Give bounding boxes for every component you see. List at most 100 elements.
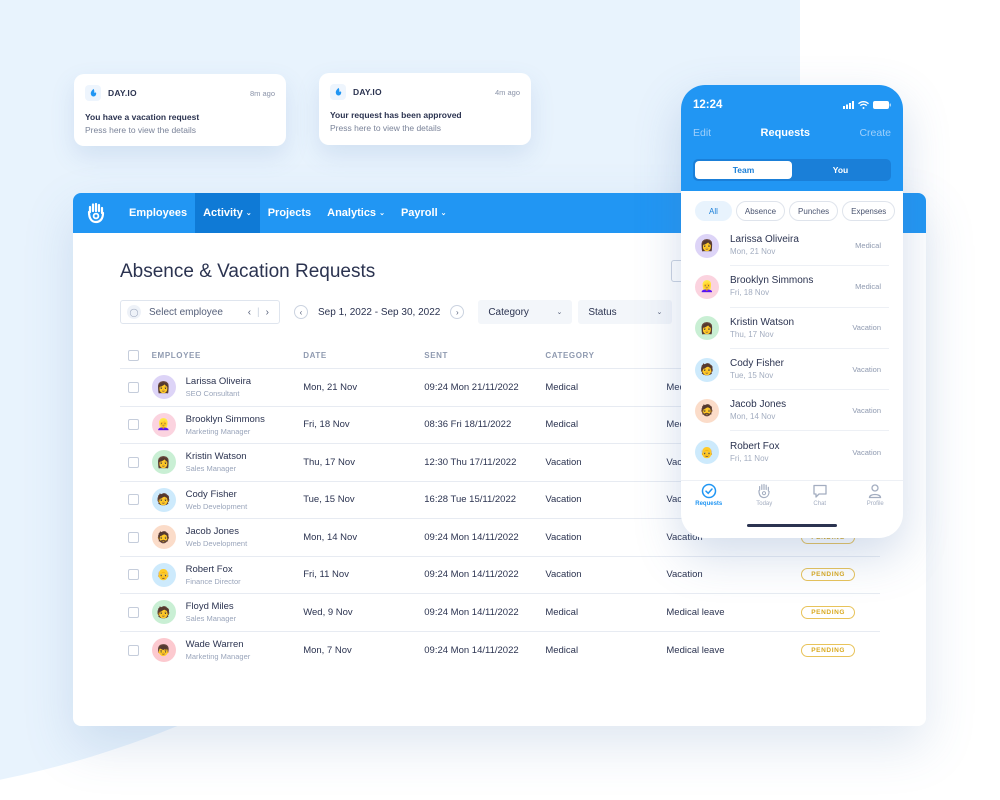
status-dropdown[interactable]: Status ⌄ bbox=[578, 300, 673, 324]
list-item-name: Robert Fox bbox=[730, 441, 780, 453]
employee-name: Wade Warren bbox=[185, 639, 244, 651]
avatar: 👴 bbox=[151, 562, 176, 587]
profile-icon bbox=[869, 484, 882, 499]
select-all-checkbox[interactable] bbox=[128, 350, 139, 361]
row-checkbox[interactable] bbox=[128, 494, 139, 506]
row-checkbox[interactable] bbox=[128, 606, 139, 618]
row-checkbox[interactable] bbox=[128, 644, 139, 656]
nav-employees[interactable]: Employees bbox=[121, 193, 195, 233]
employee-pager: ‹ | › bbox=[247, 306, 273, 318]
hand-icon bbox=[758, 483, 770, 499]
mobile-request-list: 👩 Larissa Oliveira Mon, 21 Nov Medical 👱… bbox=[681, 221, 903, 473]
tab-chat[interactable]: Chat bbox=[792, 483, 848, 512]
avatar: 🧔 bbox=[695, 398, 719, 423]
list-item-date: Fri, 11 Nov bbox=[730, 454, 769, 464]
tab-requests[interactable]: Requests bbox=[681, 483, 737, 512]
request-date: Fri, 11 Nov bbox=[303, 569, 349, 581]
column-date[interactable]: DATE bbox=[303, 351, 424, 360]
date-range[interactable]: Sep 1, 2022 - Sep 30, 2022 bbox=[318, 307, 440, 318]
status-time: 12:24 bbox=[693, 99, 723, 111]
mobile-nav-bar: Edit Requests Create bbox=[693, 123, 891, 143]
prev-employee-button[interactable]: ‹ bbox=[248, 307, 255, 318]
mobile-tab-bar: Requests Today Chat Profile bbox=[681, 480, 903, 512]
notification-brand: DAY.IO bbox=[353, 87, 382, 97]
tab-profile[interactable]: Profile bbox=[848, 483, 904, 512]
mobile-app: 12:24 Edit Requests Create Team You All … bbox=[681, 85, 903, 538]
notification-time: 4m ago bbox=[494, 87, 520, 97]
category-dropdown[interactable]: Category ⌄ bbox=[478, 300, 573, 324]
create-button[interactable]: Create bbox=[859, 127, 891, 139]
list-item-date: Fri, 18 Nov bbox=[730, 288, 770, 298]
prev-period-button[interactable]: ‹ bbox=[294, 305, 308, 319]
list-item[interactable]: 👴 Robert Fox Fri, 11 Nov Vacation bbox=[695, 431, 889, 472]
notification-title: Your request has been approved bbox=[330, 110, 462, 120]
request-type: Medical leave bbox=[666, 606, 725, 618]
hand-logo-icon[interactable] bbox=[85, 201, 107, 225]
table-row[interactable]: 👦 Wade Warren Marketing Manager Mon, 7 N… bbox=[120, 632, 880, 670]
notification-subtitle: Press here to view the details bbox=[330, 123, 442, 133]
list-item[interactable]: 👩 Kristin Watson Thu, 17 Nov Vacation bbox=[695, 308, 889, 349]
tab-today[interactable]: Today bbox=[737, 483, 793, 512]
signal-icon bbox=[843, 101, 854, 109]
segment-you[interactable]: You bbox=[792, 161, 889, 179]
nav-payroll[interactable]: Payroll ⌄ bbox=[393, 193, 455, 233]
avatar: 👱‍♀️ bbox=[151, 412, 176, 437]
chat-icon bbox=[813, 484, 827, 498]
column-sent[interactable]: SENT bbox=[424, 351, 545, 360]
sent-time: 09:24 Mon 21/11/2022 bbox=[424, 381, 519, 393]
request-category: Vacation bbox=[545, 494, 582, 506]
nav-projects[interactable]: Projects bbox=[260, 193, 319, 233]
nav-activity[interactable]: Activity ⌄ bbox=[195, 193, 260, 233]
sent-time: 09:24 Mon 14/11/2022 bbox=[424, 606, 519, 618]
row-checkbox[interactable] bbox=[128, 419, 139, 431]
request-category: Medical bbox=[545, 644, 579, 656]
chip-punches[interactable]: Punches bbox=[789, 201, 839, 221]
notification-card[interactable]: DAY.IO 8m ago You have a vacation reques… bbox=[74, 74, 286, 146]
list-item-date: Tue, 15 Nov bbox=[730, 371, 774, 381]
column-category[interactable]: CATEGORY bbox=[545, 351, 666, 360]
next-employee-button[interactable]: › bbox=[266, 307, 273, 318]
avatar: 👦 bbox=[151, 638, 176, 663]
segment-control: Team You bbox=[693, 159, 891, 181]
check-circle-icon bbox=[701, 483, 716, 499]
employee-name: Jacob Jones bbox=[185, 526, 239, 538]
next-period-button[interactable]: › bbox=[450, 305, 465, 319]
chip-absence[interactable]: Absence bbox=[735, 201, 786, 221]
employee-role: Marketing Manager bbox=[185, 426, 251, 436]
request-date: Wed, 9 Nov bbox=[303, 606, 353, 618]
status-badge: PENDING bbox=[801, 568, 856, 582]
row-checkbox[interactable] bbox=[128, 569, 139, 581]
filter-bar: ◯ Select employee ‹ | › ‹ Sep 1, 2022 - Se… bbox=[120, 300, 673, 324]
column-employee[interactable]: EMPLOYEE bbox=[152, 351, 304, 360]
chip-expenses[interactable]: Expenses bbox=[842, 201, 896, 221]
page-title: Absence & Vacation Requests bbox=[120, 261, 376, 282]
sent-time: 09:24 Mon 14/11/2022 bbox=[424, 531, 519, 543]
chevron-down-icon: ⌄ bbox=[379, 210, 385, 217]
table-row[interactable]: 🧑 Floyd Miles Sales Manager Wed, 9 Nov 0… bbox=[120, 594, 880, 632]
notification-card[interactable]: DAY.IO 4m ago Your request has been appr… bbox=[319, 73, 531, 145]
list-item-date: Mon, 14 Nov bbox=[730, 412, 776, 422]
wifi-icon bbox=[858, 101, 869, 109]
employee-select[interactable]: ◯ Select employee ‹ | › bbox=[120, 300, 280, 324]
status-badge: PENDING bbox=[801, 605, 856, 619]
dayio-logo-icon bbox=[330, 84, 346, 100]
edit-button[interactable]: Edit bbox=[693, 127, 711, 139]
battery-icon bbox=[873, 101, 891, 109]
list-item[interactable]: 🧑 Cody Fisher Tue, 15 Nov Vacation bbox=[695, 349, 889, 391]
nav-analytics[interactable]: Analytics ⌄ bbox=[319, 193, 393, 233]
request-category: Medical bbox=[545, 381, 579, 393]
list-item[interactable]: 🧔 Jacob Jones Mon, 14 Nov Vacation bbox=[695, 390, 889, 432]
row-checkbox[interactable] bbox=[128, 456, 139, 468]
employee-role: Finance Director bbox=[185, 576, 241, 586]
table-row[interactable]: 👴 Robert Fox Finance Director Fri, 11 No… bbox=[120, 557, 880, 594]
list-item[interactable]: 👱‍♀️ Brooklyn Simmons Fri, 18 Nov Medica… bbox=[695, 266, 889, 308]
row-checkbox[interactable] bbox=[128, 531, 139, 543]
list-item-name: Jacob Jones bbox=[730, 399, 787, 411]
list-item[interactable]: 👩 Larissa Oliveira Mon, 21 Nov Medical bbox=[695, 225, 889, 267]
avatar: 👩 bbox=[151, 375, 176, 400]
chip-all[interactable]: All bbox=[695, 201, 732, 221]
category-dropdown-label: Category bbox=[488, 306, 529, 318]
sent-time: 08:36 Fri 18/11/2022 bbox=[424, 419, 512, 431]
segment-team[interactable]: Team bbox=[695, 161, 792, 179]
row-checkbox[interactable] bbox=[128, 381, 139, 393]
